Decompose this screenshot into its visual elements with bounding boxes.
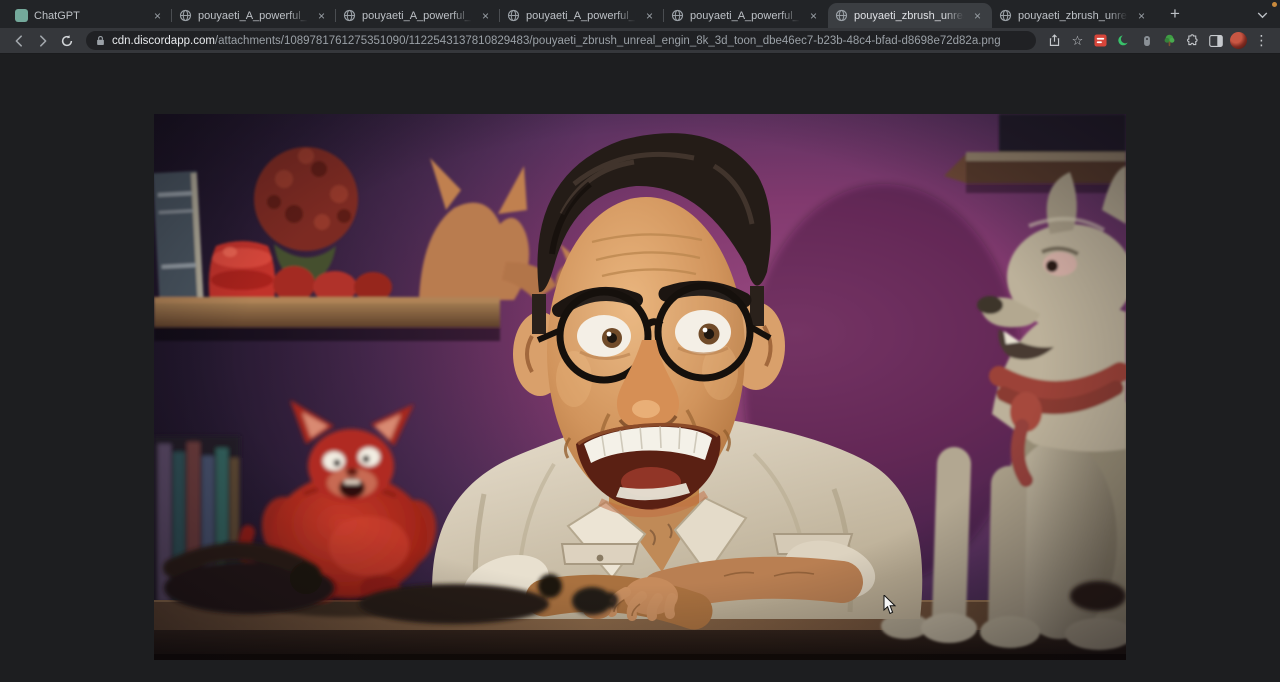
tab-title: pouyaeti_A_powerful_modern bbox=[362, 10, 472, 22]
discord-image[interactable] bbox=[154, 114, 1126, 660]
tab-title: pouyaeti_A_powerful_modern bbox=[690, 10, 800, 22]
new-tab-button[interactable]: + bbox=[1162, 1, 1188, 27]
tab-title: pouyaeti_zbrush_unreal_engin bbox=[1018, 10, 1128, 22]
side-panel-icon[interactable] bbox=[1205, 31, 1226, 51]
tab-title: pouyaeti_zbrush_unreal_engin bbox=[854, 10, 964, 22]
chatgpt-favicon-icon bbox=[15, 9, 28, 22]
lock-icon[interactable] bbox=[96, 35, 105, 46]
tab-close-icon[interactable]: × bbox=[642, 8, 657, 23]
tree-extension-icon[interactable] bbox=[1159, 31, 1180, 51]
tab-close-icon[interactable]: × bbox=[806, 8, 821, 23]
tab-title: pouyaeti_A_powerful_modern bbox=[526, 10, 636, 22]
tab-strip-tabs: ChatGPT × pouyaeti_A_powerful_modern × p… bbox=[8, 3, 1156, 28]
menu-kebab-icon[interactable]: ⋮ bbox=[1251, 31, 1272, 51]
tab-title: ChatGPT bbox=[34, 10, 144, 22]
bookmark-star-icon[interactable]: ☆ bbox=[1067, 31, 1088, 51]
globe-favicon-icon bbox=[343, 9, 356, 22]
url-path: /attachments/1089781761275351090/1122543… bbox=[215, 35, 1001, 47]
globe-favicon-icon bbox=[835, 9, 848, 22]
browser-toolbar: cdn.discordapp.com/attachments/108978176… bbox=[0, 28, 1280, 54]
tab-close-icon[interactable]: × bbox=[478, 8, 493, 23]
tab-6[interactable]: pouyaeti_zbrush_unreal_engin × bbox=[828, 3, 992, 28]
tab-7[interactable]: pouyaeti_zbrush_unreal_engin × bbox=[992, 3, 1156, 28]
tab-title: pouyaeti_A_powerful_modern bbox=[198, 10, 308, 22]
globe-favicon-icon bbox=[671, 9, 684, 22]
toon-scene bbox=[154, 114, 1126, 660]
tab-search-chevron-icon[interactable] bbox=[1254, 8, 1270, 22]
forward-button[interactable] bbox=[32, 31, 54, 51]
url-domain: cdn.discordapp.com bbox=[112, 35, 215, 47]
tab-1[interactable]: ChatGPT × bbox=[8, 3, 172, 28]
scene-vignette bbox=[154, 114, 1126, 660]
url-text: cdn.discordapp.com/attachments/108978176… bbox=[112, 35, 1001, 47]
address-bar[interactable]: cdn.discordapp.com/attachments/108978176… bbox=[86, 31, 1036, 50]
share-icon[interactable] bbox=[1044, 31, 1065, 51]
profile-avatar[interactable] bbox=[1230, 32, 1247, 49]
reload-button[interactable] bbox=[56, 31, 78, 51]
dark-mode-moon-icon[interactable] bbox=[1113, 31, 1134, 51]
tab-strip: ChatGPT × pouyaeti_A_powerful_modern × p… bbox=[0, 0, 1280, 28]
extension-gray-icon[interactable] bbox=[1136, 31, 1157, 51]
globe-favicon-icon bbox=[999, 9, 1012, 22]
tab-4[interactable]: pouyaeti_A_powerful_modern × bbox=[500, 3, 664, 28]
back-button[interactable] bbox=[8, 31, 30, 51]
tab-3[interactable]: pouyaeti_A_powerful_modern × bbox=[336, 3, 500, 28]
globe-favicon-icon bbox=[507, 9, 520, 22]
page-content bbox=[0, 54, 1280, 682]
update-notification-dot bbox=[1272, 2, 1277, 7]
tab-close-icon[interactable]: × bbox=[1134, 8, 1149, 23]
tab-2[interactable]: pouyaeti_A_powerful_modern × bbox=[172, 3, 336, 28]
tab-close-icon[interactable]: × bbox=[314, 8, 329, 23]
tab-5[interactable]: pouyaeti_A_powerful_modern × bbox=[664, 3, 828, 28]
tab-close-icon[interactable]: × bbox=[150, 8, 165, 23]
extensions-puzzle-icon[interactable] bbox=[1182, 31, 1203, 51]
extension-red-icon[interactable] bbox=[1090, 31, 1111, 51]
globe-favicon-icon bbox=[179, 9, 192, 22]
tab-close-icon[interactable]: × bbox=[970, 8, 985, 23]
